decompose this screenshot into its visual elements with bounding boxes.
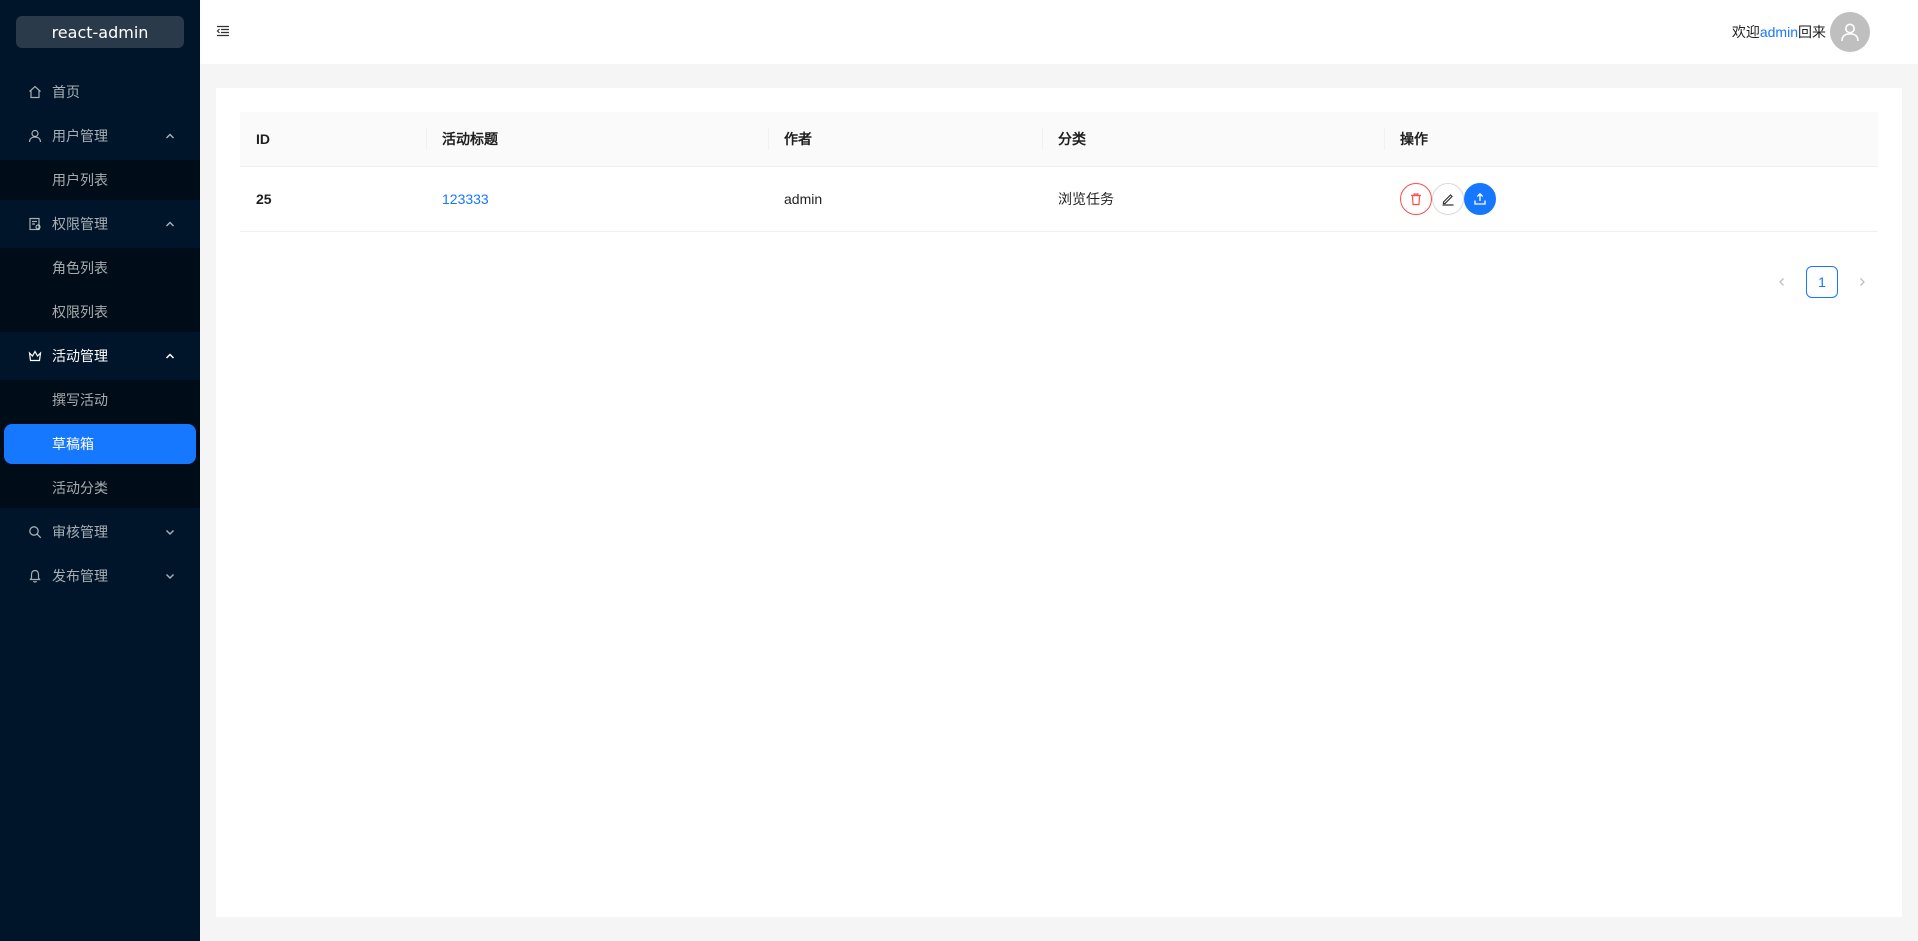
delete-icon — [1411, 192, 1421, 205]
chevron-left-icon — [1779, 278, 1784, 286]
chevron-down-icon — [164, 569, 176, 581]
crown-icon — [28, 349, 42, 363]
chevron-right-icon — [1860, 278, 1865, 286]
sidebar-item-label: 权限列表 — [52, 304, 108, 320]
pagination-page-1[interactable]: 1 — [1806, 266, 1838, 298]
sidebar-item-label: 发布管理 — [52, 568, 108, 584]
column-header-author: 作者 — [768, 112, 1042, 167]
activity-title-link[interactable]: 123333 — [442, 191, 489, 207]
sidebar-item-review-management[interactable]: 审核管理 — [4, 512, 196, 552]
chevron-up-icon — [164, 349, 176, 361]
welcome-suffix: 回来 — [1798, 24, 1826, 40]
sidebar-item-label: 用户列表 — [52, 172, 108, 188]
sidebar-item-write-activity[interactable]: 撰写活动 — [4, 380, 196, 420]
delete-button[interactable] — [1400, 182, 1432, 215]
sidebar: react-admin 首页 用户管理 用户列表 权限管理 角色列表 权限列表 … — [0, 0, 200, 941]
sidebar-item-home[interactable]: 首页 — [4, 72, 196, 112]
submenu-permission-management: 角色列表 权限列表 — [0, 248, 200, 332]
sidebar-item-label: 草稿箱 — [52, 436, 94, 452]
submenu-user-management: 用户列表 — [0, 160, 200, 200]
cell-title: 123333 — [426, 166, 768, 232]
submenu-activity-management: 撰写活动 草稿箱 活动分类 — [0, 380, 200, 508]
username: admin — [1759, 24, 1798, 40]
avatar[interactable] — [1830, 12, 1870, 52]
pagination-prev-button[interactable] — [1766, 266, 1798, 298]
sidebar-item-label: 用户管理 — [52, 128, 108, 144]
search-icon — [28, 525, 42, 539]
pagination: 1 — [1766, 266, 1878, 298]
edit-button[interactable] — [1432, 182, 1464, 215]
sidebar-item-permission-management[interactable]: 权限管理 — [4, 204, 196, 244]
home-icon — [28, 85, 42, 99]
sidebar-item-activity-management[interactable]: 活动管理 — [4, 336, 196, 376]
edit-icon — [1442, 193, 1454, 206]
app-logo: react-admin — [16, 16, 184, 48]
user-icon — [28, 129, 42, 143]
sidebar-item-publish-management[interactable]: 发布管理 — [4, 556, 196, 596]
bell-icon — [28, 569, 42, 583]
column-header-title: 活动标题 — [426, 112, 768, 167]
cell-id: 25 — [240, 166, 426, 232]
sidebar-item-activity-category[interactable]: 活动分类 — [4, 468, 196, 508]
audit-icon — [28, 217, 42, 231]
cell-actions — [1384, 166, 1878, 232]
chevron-up-icon — [164, 129, 176, 141]
cell-author: admin — [768, 166, 1042, 232]
column-header-category: 分类 — [1042, 112, 1384, 167]
sidebar-item-label: 首页 — [52, 84, 80, 100]
upload-icon — [1474, 192, 1486, 205]
sidebar-item-role-list[interactable]: 角色列表 — [4, 248, 196, 288]
row-actions — [1400, 182, 1862, 215]
table-header-row: ID 活动标题 作者 分类 操作 — [240, 112, 1878, 167]
sidebar-item-drafts[interactable]: 草稿箱 — [4, 424, 196, 464]
sidebar-item-label: 活动分类 — [52, 480, 108, 496]
sidebar-item-label: 审核管理 — [52, 524, 108, 540]
menu-fold-icon[interactable] — [216, 24, 230, 38]
sidebar-menu: 首页 用户管理 用户列表 权限管理 角色列表 权限列表 活动管理 撰写活动 草稿… — [0, 68, 200, 600]
sidebar-item-label: 活动管理 — [52, 348, 108, 364]
pagination-next-button[interactable] — [1846, 266, 1878, 298]
sidebar-item-user-list[interactable]: 用户列表 — [4, 160, 196, 200]
column-header-actions: 操作 — [1384, 112, 1878, 167]
sidebar-item-user-management[interactable]: 用户管理 — [4, 116, 196, 156]
chevron-down-icon — [164, 525, 176, 537]
column-header-id: ID — [240, 112, 426, 167]
sidebar-item-label: 权限管理 — [52, 216, 108, 232]
chevron-up-icon — [164, 217, 176, 229]
main-content: ID 活动标题 作者 分类 操作 25 123333 admin 浏览任务 1 — [216, 88, 1902, 917]
sidebar-item-label: 角色列表 — [52, 260, 108, 276]
sidebar-item-label: 撰写活动 — [52, 392, 108, 408]
cell-category: 浏览任务 — [1042, 166, 1384, 232]
sidebar-item-permission-list[interactable]: 权限列表 — [4, 292, 196, 332]
user-avatar-icon — [1841, 23, 1859, 42]
welcome-prefix: 欢迎 — [1731, 24, 1760, 40]
publish-button[interactable] — [1464, 182, 1496, 215]
welcome-text: 欢迎admin回来 — [1732, 22, 1826, 42]
top-header: 欢迎admin回来 — [200, 0, 1918, 64]
table-row: 25 123333 admin 浏览任务 — [240, 166, 1878, 232]
drafts-table: ID 活动标题 作者 分类 操作 25 123333 admin 浏览任务 1 — [240, 112, 1878, 298]
